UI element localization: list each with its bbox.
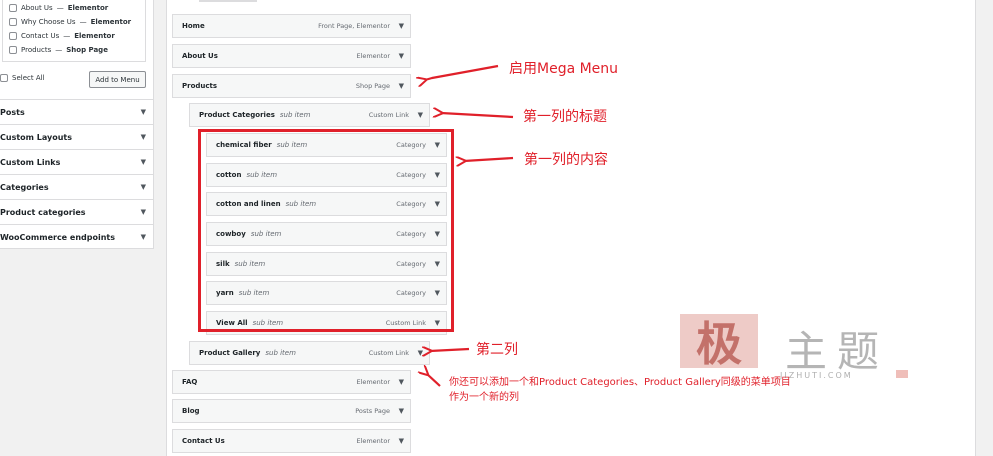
checkbox[interactable] — [9, 4, 17, 12]
menu-item-product-categories[interactable]: Product Categories sub item Custom Link … — [189, 103, 430, 127]
watermark-text: 主题 — [785, 327, 890, 376]
page-suffix: Shop Page — [66, 46, 108, 54]
menu-item-faq[interactable]: FAQ Elementor ▼ — [172, 370, 411, 394]
triangle-down-icon[interactable]: ▼ — [399, 52, 404, 60]
separator: — — [56, 4, 64, 12]
annotation-second-column: 第二列 — [476, 342, 518, 358]
triangle-down-icon: ▼ — [140, 208, 146, 216]
triangle-down-icon[interactable]: ▼ — [418, 111, 423, 119]
menu-item-title: Contact Us — [182, 437, 225, 445]
menu-item-about-us[interactable]: About Us Elementor ▼ — [172, 44, 411, 68]
accordion-custom-links[interactable]: Custom Links ▼ — [0, 149, 154, 174]
separator: — — [63, 32, 71, 40]
menu-item-product-gallery[interactable]: Product Gallery sub item Custom Link ▼ — [189, 341, 430, 365]
triangle-down-icon[interactable]: ▼ — [399, 437, 404, 445]
select-all[interactable]: Select All — [0, 74, 45, 82]
add-menu-items-panel: About Us — Elementor Why Choose Us — Ele… — [0, 0, 154, 249]
menu-item-type: Front Page, Elementor — [318, 22, 390, 30]
triangle-down-icon: ▼ — [140, 108, 146, 116]
menu-item-type: Custom Link — [368, 349, 409, 357]
accordion-custom-layouts[interactable]: Custom Layouts ▼ — [0, 124, 154, 149]
triangle-down-icon: ▼ — [140, 158, 146, 166]
triangle-down-icon[interactable]: ▼ — [418, 349, 423, 357]
separator: — — [79, 18, 87, 26]
accordion-categories[interactable]: Categories ▼ — [0, 174, 154, 199]
checkbox[interactable] — [9, 46, 17, 54]
annotation-first-column-title: 第一列的标题 — [523, 109, 607, 125]
menu-item-title: Home — [182, 22, 205, 30]
page-name: Products — [21, 46, 52, 54]
menu-item-type: Shop Page — [355, 82, 390, 90]
accordion-posts[interactable]: Posts ▼ — [0, 99, 154, 124]
annotation-first-column-content: 第一列的内容 — [524, 152, 608, 168]
menu-item-type: Elementor — [356, 52, 390, 60]
accordion-product-categories[interactable]: Product categories ▼ — [0, 199, 154, 224]
triangle-down-icon: ▼ — [140, 233, 146, 241]
menu-item-type: Elementor — [356, 437, 390, 445]
menu-item-title: Products — [182, 82, 218, 90]
page-name: About Us — [21, 4, 53, 12]
watermark-url: JIZHUTI.COM — [780, 371, 853, 380]
triangle-down-icon: ▼ — [140, 133, 146, 141]
menu-item-title: FAQ — [182, 378, 198, 386]
menu-item-contact-us[interactable]: Contact Us Elementor ▼ — [172, 429, 411, 453]
top-divider — [199, 0, 257, 2]
accordion-label: Posts — [0, 107, 25, 117]
watermark-mark — [896, 370, 908, 378]
page-suffix: Elementor — [67, 4, 109, 12]
annotation-new-column-line2: 作为一个新的列 — [449, 392, 519, 403]
accordion-label: WooCommerce endpoints — [0, 232, 115, 242]
menu-item-type: Elementor — [356, 378, 390, 386]
accordion-label: Custom Links — [0, 157, 61, 167]
triangle-down-icon[interactable]: ▼ — [399, 407, 404, 415]
page-name: Contact Us — [21, 32, 60, 40]
select-all-checkbox[interactable] — [0, 74, 8, 82]
menu-item-type: Posts Page — [355, 407, 390, 415]
page-name: Why Choose Us — [21, 18, 76, 26]
page-item-products[interactable]: Products — Shop Page — [9, 44, 108, 56]
first-column-highlight-box — [198, 129, 454, 332]
checkbox[interactable] — [9, 18, 17, 26]
page-item-about-us[interactable]: About Us — Elementor — [9, 2, 108, 14]
checkbox[interactable] — [9, 32, 17, 40]
triangle-down-icon: ▼ — [140, 183, 146, 191]
select-all-label: Select All — [12, 74, 45, 82]
menu-item-home[interactable]: Home Front Page, Elementor ▼ — [172, 14, 411, 38]
triangle-down-icon[interactable]: ▼ — [399, 22, 404, 30]
separator: — — [55, 46, 63, 54]
accordion-label: Custom Layouts — [0, 132, 73, 142]
sub-item-label: sub item — [279, 111, 311, 119]
accordion-woocommerce-endpoints[interactable]: WooCommerce endpoints ▼ — [0, 224, 154, 249]
add-to-menu-button[interactable]: Add to Menu — [89, 71, 146, 88]
menu-item-title: Blog — [182, 407, 200, 415]
menu-item-blog[interactable]: Blog Posts Page ▼ — [172, 399, 411, 423]
annotation-new-column-line1: 你还可以添加一个和Product Categories、Product Gall… — [449, 377, 791, 388]
annotation-mega-menu: 启用Mega Menu — [509, 61, 619, 77]
menu-item-products[interactable]: Products Shop Page ▼ — [172, 74, 411, 98]
menu-item-title: Product Categories — [199, 111, 275, 119]
page-item-why-choose-us[interactable]: Why Choose Us — Elementor — [9, 16, 131, 28]
watermark-logo: 极 — [680, 314, 758, 371]
page-suffix: Elementor — [74, 32, 115, 40]
accordion-label: Product categories — [0, 207, 86, 217]
menu-item-title: About Us — [182, 52, 218, 60]
page-suffix: Elementor — [90, 18, 132, 26]
triangle-down-icon[interactable]: ▼ — [399, 378, 404, 386]
pages-list: About Us — Elementor Why Choose Us — Ele… — [2, 0, 146, 62]
menu-item-type: Custom Link — [368, 111, 409, 119]
triangle-down-icon[interactable]: ▼ — [399, 82, 404, 90]
accordion-label: Categories — [0, 182, 49, 192]
menu-item-title: Product Gallery — [199, 349, 261, 357]
sub-item-label: sub item — [265, 349, 296, 357]
page-item-contact-us[interactable]: Contact Us — Elementor — [9, 30, 115, 42]
